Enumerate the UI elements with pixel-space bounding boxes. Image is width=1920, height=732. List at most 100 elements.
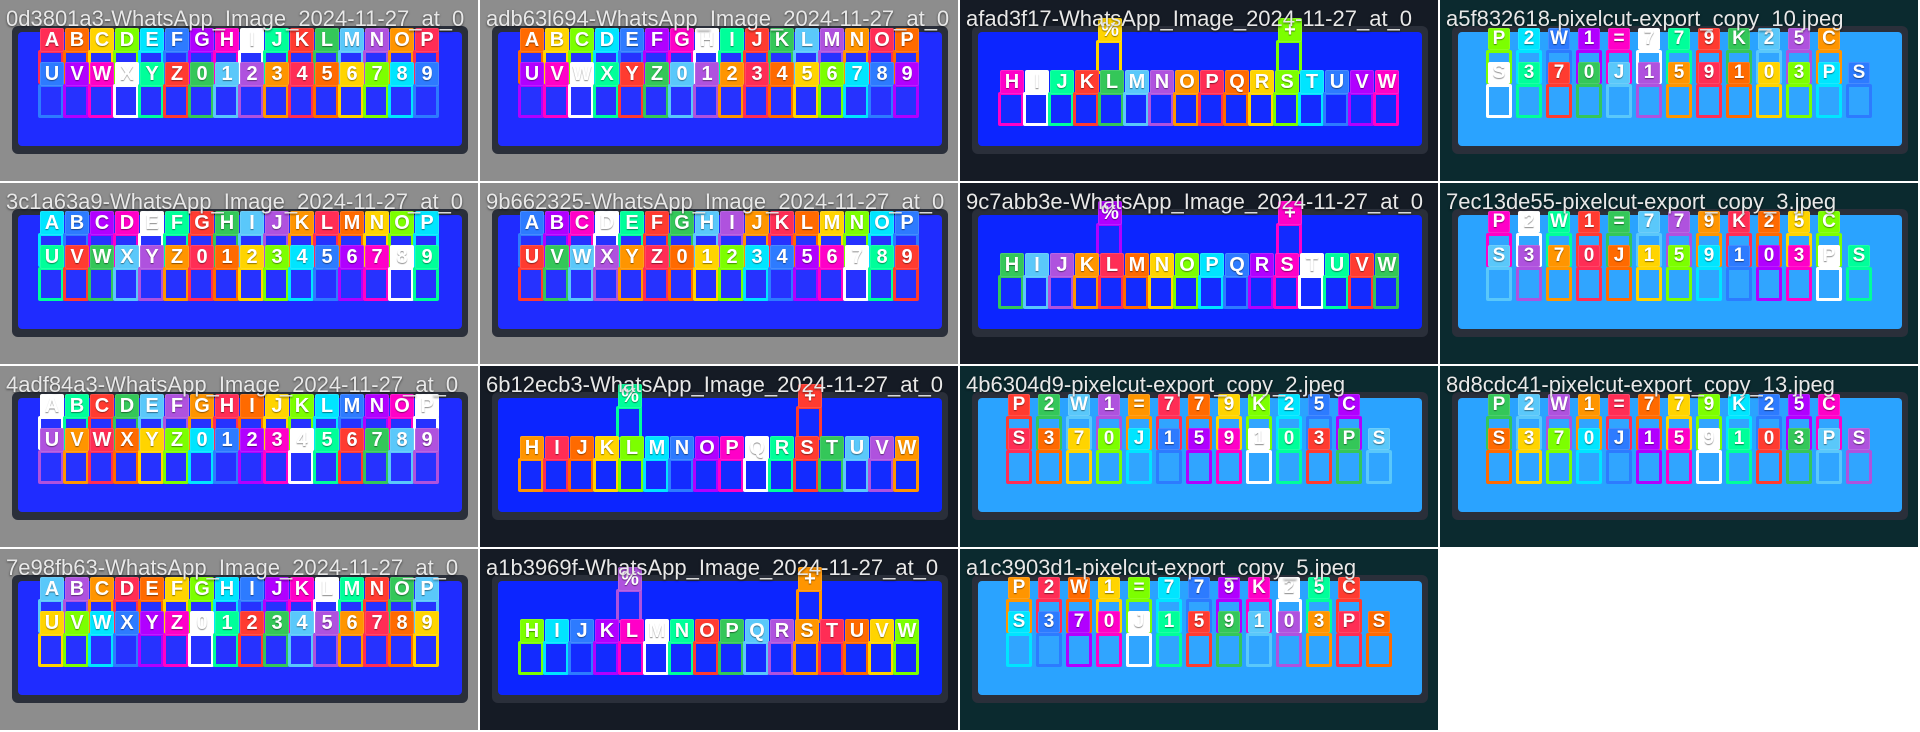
detected-char-label: 8 [390, 245, 414, 269]
detected-char-label: R [770, 436, 794, 460]
detected-char-label: 6 [340, 428, 364, 452]
detected-char-label: 0 [1578, 428, 1600, 450]
detected-char-box [1276, 40, 1302, 74]
detected-char-box [1696, 450, 1722, 484]
detected-char-box [1148, 275, 1174, 309]
detected-char-box [213, 267, 239, 301]
detected-char-label: U [520, 62, 544, 86]
detected-char-box [113, 633, 139, 667]
detected-char-label: 1 [695, 62, 719, 86]
detected-char-label: 2 [720, 62, 744, 86]
detected-char-box [1576, 267, 1602, 301]
detected-char-label: N [670, 436, 694, 460]
detected-char-box [768, 458, 794, 492]
detected-char-label: 4 [770, 245, 794, 269]
detected-char-label: 9 [1698, 428, 1720, 450]
detected-char-box [718, 84, 744, 118]
detected-char-label: P [1200, 253, 1224, 277]
grid-tile: a5f832618-pixelcut-export_copy_10.jpeg P 2… [1440, 0, 1920, 183]
detected-char-box [138, 84, 164, 118]
detected-char-label: 8 [870, 62, 894, 86]
detected-char-box [338, 633, 364, 667]
detected-char-label: H [1000, 70, 1024, 94]
image-filename: 7e98fb63-WhatsApp_Image_2024-11-27_at_0 [6, 555, 459, 580]
detected-char-label: 1 [1728, 245, 1750, 267]
detected-char-box [1066, 450, 1092, 484]
detected-char-label: U [40, 428, 64, 452]
detected-char-label: S [1008, 428, 1030, 450]
detected-char-label: S [795, 619, 819, 643]
detected-char-box [998, 92, 1024, 126]
detected-char-box [743, 84, 769, 118]
detected-char-box [113, 84, 139, 118]
detected-char-label: N [1150, 253, 1174, 277]
detected-char-label: R [770, 619, 794, 643]
detected-char-box [693, 267, 719, 301]
detected-char-label: V [870, 436, 894, 460]
detected-char-label: S [1275, 70, 1299, 94]
detected-char-label: 3 [1038, 611, 1060, 633]
detected-char-box [1516, 84, 1542, 118]
detected-char-label: V [1350, 70, 1374, 94]
detected-char-label: Z [645, 62, 669, 86]
detected-char-box [793, 458, 819, 492]
detected-char-box [593, 641, 619, 675]
detected-char-label: J [1128, 428, 1150, 450]
detected-char-label: 4 [290, 245, 314, 269]
detected-char-box [1123, 92, 1149, 126]
detected-char-box [593, 267, 619, 301]
detected-char-label: W [90, 611, 114, 635]
detected-char-box [1576, 450, 1602, 484]
detected-char-label: V [1350, 253, 1374, 277]
detected-char-label: S [1848, 62, 1870, 84]
detected-char-label: Q [745, 619, 769, 643]
detected-char-box [88, 267, 114, 301]
detected-char-box [238, 633, 264, 667]
detected-char-box [643, 458, 669, 492]
detected-char-label: P [1818, 428, 1840, 450]
image-filename: 3c1a63a9-WhatsApp_Image_2024-11-27_at_0 [6, 189, 464, 214]
grid-tile: 7e98fb63-WhatsApp_Image_2024-11-27_at_0 A… [0, 549, 480, 732]
detected-char-label: 3 [1788, 428, 1810, 450]
detected-char-label: 3 [1518, 428, 1540, 450]
detected-char-label: J [1050, 70, 1074, 94]
detected-char-box [38, 84, 64, 118]
detected-char-label: 5 [1188, 611, 1210, 633]
detected-char-label: V [545, 62, 569, 86]
detected-char-box [793, 267, 819, 301]
detected-char-label: 1 [215, 62, 239, 86]
detected-char-box [768, 641, 794, 675]
detected-char-box [618, 458, 644, 492]
detected-char-label: M [645, 436, 669, 460]
detected-char-box [263, 84, 289, 118]
detected-char-box [1696, 84, 1722, 118]
detected-char-box [768, 84, 794, 118]
detected-char-label: 0 [1098, 611, 1120, 633]
detected-char-box [213, 450, 239, 484]
detected-char-label: 3 [1518, 62, 1540, 84]
detected-char-label: T [820, 436, 844, 460]
detected-char-box [743, 641, 769, 675]
detected-char-label: 1 [1158, 611, 1180, 633]
detected-char-label: V [65, 245, 89, 269]
detected-char-label: S [1488, 62, 1510, 84]
detected-char-label: J [570, 436, 594, 460]
detected-char-box [868, 458, 894, 492]
detected-char-box [1516, 450, 1542, 484]
detected-char-label: P [1818, 62, 1840, 84]
detected-char-box [263, 267, 289, 301]
detected-char-label: O [695, 436, 719, 460]
detected-char-label: 7 [365, 245, 389, 269]
detected-char-label: I [545, 436, 569, 460]
detected-char-label: 9 [895, 245, 919, 269]
detected-char-label: W [895, 619, 919, 643]
detected-char-box [1096, 450, 1122, 484]
detected-char-box [288, 267, 314, 301]
detected-char-box [643, 641, 669, 675]
detected-char-label: X [595, 245, 619, 269]
detected-char-box [1248, 92, 1274, 126]
detected-char-box [1148, 92, 1174, 126]
detected-char-label: 1 [215, 611, 239, 635]
detected-char-label: 1 [1158, 428, 1180, 450]
detected-char-box [893, 84, 919, 118]
